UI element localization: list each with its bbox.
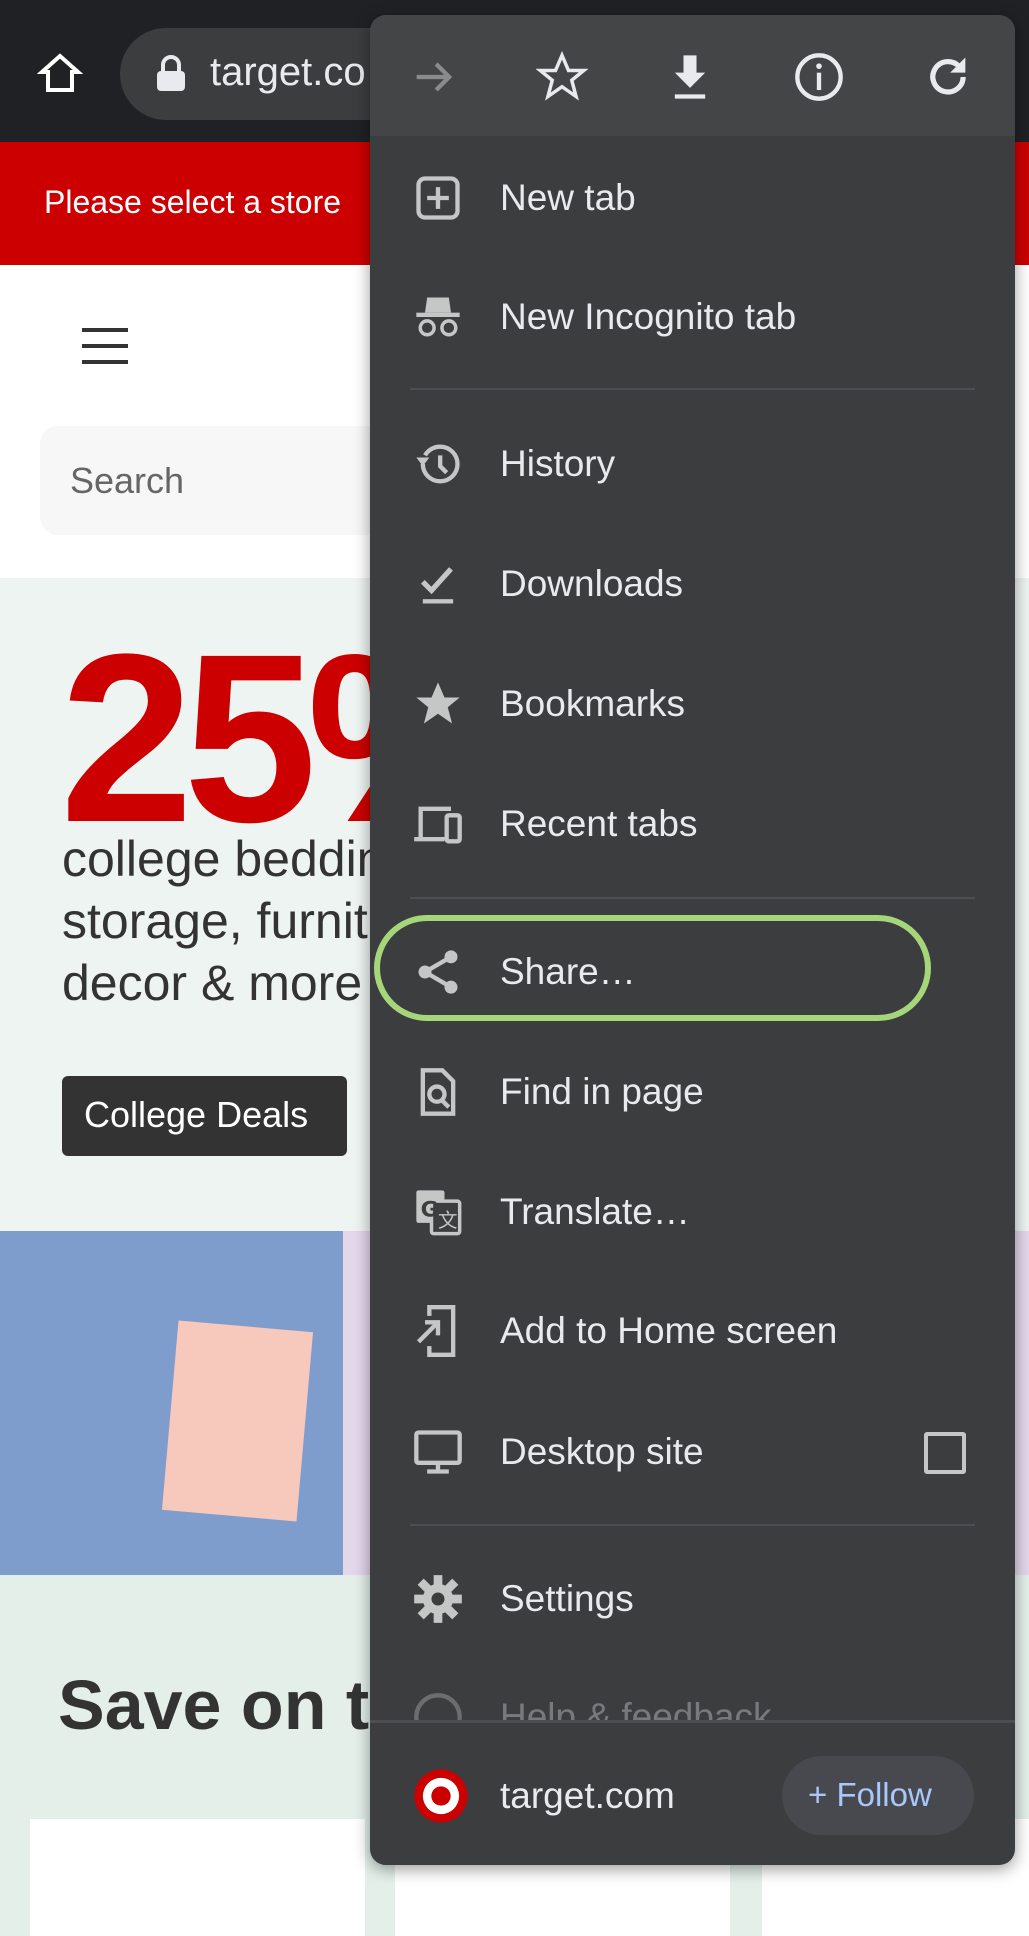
browser-overflow-menu: New tab New Incognito tab History Downlo… [370,15,1015,1865]
svg-text:文: 文 [438,1209,458,1232]
menu-item-bookmarks[interactable]: Bookmarks [370,649,1015,759]
menu-divider [410,1524,975,1526]
bookmark-star-icon[interactable] [536,51,588,103]
desktop-icon [414,1430,462,1474]
menu-item-label: Recent tabs [500,803,698,844]
menu-item-label: Settings [500,1578,634,1619]
svg-text:G: G [421,1197,439,1222]
menu-item-label: Find in page [500,1071,704,1112]
target-logo-icon [414,1769,468,1823]
follow-button[interactable]: + Follow [782,1756,974,1835]
info-icon[interactable] [793,51,845,103]
settings-icon [414,1575,462,1623]
menu-item-desktop-site[interactable]: Desktop site [370,1397,1015,1507]
history-icon [416,444,460,484]
menu-item-share[interactable]: Share… [370,917,1015,1027]
site-name: target.com [500,1775,675,1816]
college-deals-button[interactable]: College Deals [62,1076,347,1156]
lock-icon [157,55,185,91]
help-icon [414,1693,462,1720]
menu-item-label: Add to Home screen [500,1310,838,1351]
menu-item-label: Desktop site [500,1431,704,1472]
find-icon [420,1068,456,1116]
menu-item-incognito[interactable]: New Incognito tab [370,262,1015,372]
refresh-icon[interactable] [922,51,974,103]
menu-item-translate[interactable]: G文 Translate… [370,1157,1015,1267]
menu-item-label: Downloads [500,563,684,604]
menu-item-help[interactable]: Help & feedback [370,1662,1015,1720]
menu-item-label: New tab [500,177,636,218]
sheets-image[interactable] [0,1231,343,1575]
menu-item-add-to-home[interactable]: Add to Home screen [370,1276,1015,1386]
menu-divider [410,388,975,390]
download-icon[interactable] [664,51,716,103]
product-card[interactable] [30,1819,365,1936]
menu-item-recent-tabs[interactable]: Recent tabs [370,769,1015,879]
menu-item-label: Translate… [500,1191,690,1232]
url-text[interactable]: target.co [210,50,366,95]
new-tab-icon [416,176,460,220]
promo-line: decor & more [62,955,363,1011]
menu-item-label: Bookmarks [500,683,686,724]
share-icon [418,950,458,994]
menu-item-find-in-page[interactable]: Find in page [370,1037,1015,1147]
menu-item-settings[interactable]: Settings [370,1544,1015,1654]
menu-item-label: History [500,443,616,484]
forward-icon[interactable] [408,51,460,103]
translate-icon: G文 [416,1190,462,1236]
menu-item-label: New Incognito tab [500,296,797,337]
menu-divider [410,897,975,899]
menu-item-downloads[interactable]: Downloads [370,529,1015,639]
home-icon[interactable] [36,50,84,98]
incognito-icon [416,297,460,337]
store-banner-text: Please select a store [44,184,342,220]
menu-divider [370,1720,1015,1723]
menu-item-new-tab[interactable]: New tab [370,143,1015,253]
menu-item-history[interactable]: History [370,409,1015,519]
desktop-site-checkbox[interactable] [924,1432,966,1474]
bookmarks-icon [416,682,460,724]
hamburger-menu-icon[interactable] [82,328,128,364]
downloads-icon [420,567,454,604]
menu-item-label: Share… [500,951,636,992]
recent-tabs-icon [414,806,462,844]
menu-item-label: Help & feedback [500,1696,772,1720]
add-home-icon [416,1305,456,1357]
